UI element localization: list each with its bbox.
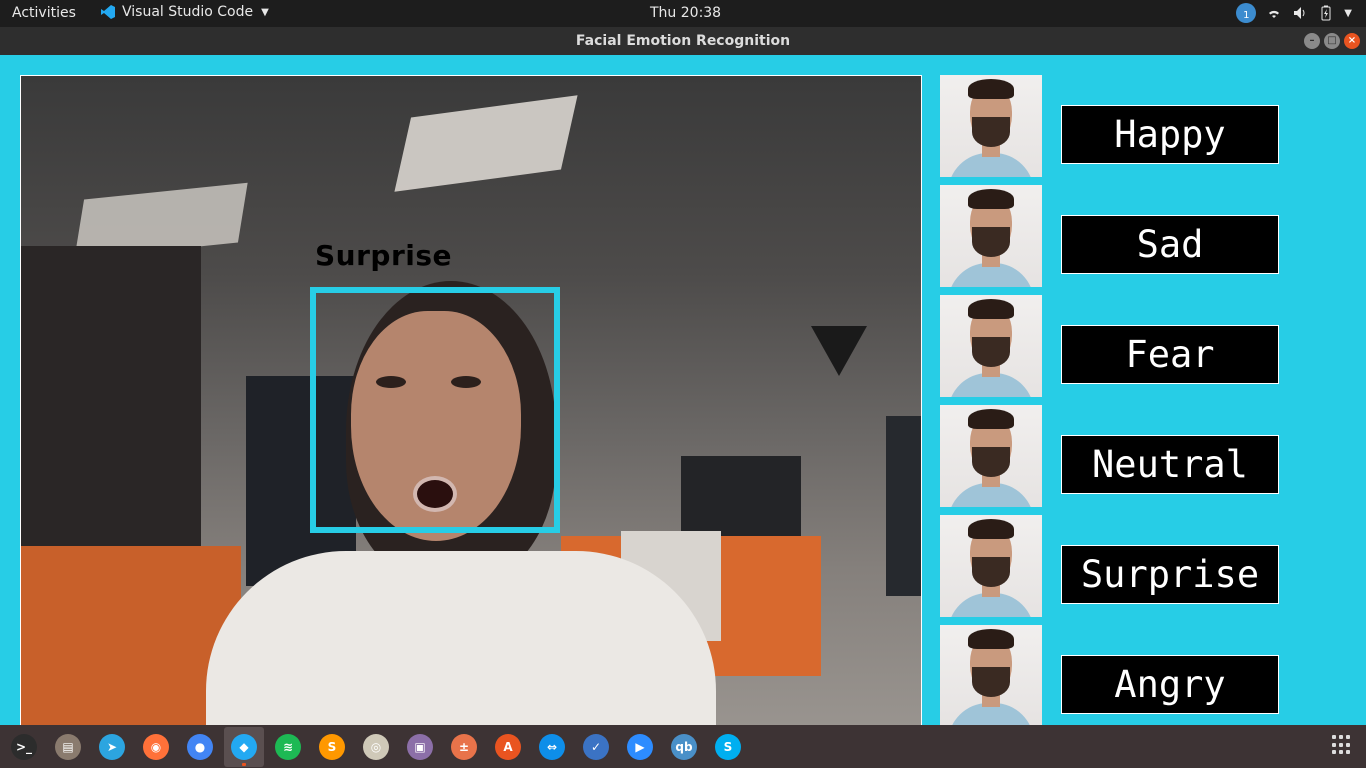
close-button[interactable]: ×	[1344, 33, 1360, 49]
emotion-thumbnail-neutral	[940, 405, 1042, 507]
app-menu-label: Visual Studio Code	[122, 4, 254, 20]
qbittorrent-icon: qb	[671, 733, 697, 760]
dock-item-firefox[interactable]: ◉	[136, 727, 176, 767]
telegram-icon: ➤	[99, 733, 125, 760]
emotion-thumbnail-angry	[940, 625, 1042, 725]
chevron-down-icon: ▼	[261, 6, 269, 18]
running-indicator	[242, 762, 246, 766]
vscode-icon	[101, 5, 115, 19]
emotion-label-surprise[interactable]: Surprise	[1061, 545, 1279, 604]
calculator-icon: ±	[451, 733, 477, 760]
person-body	[206, 551, 716, 725]
dock-item-media-player[interactable]: ◎	[356, 727, 396, 767]
emotion-thumbnail-surprise	[940, 515, 1042, 617]
emotion-thumbnail-fear	[940, 295, 1042, 397]
clock[interactable]: Thu 20:38	[650, 5, 721, 21]
tasks-icon: ✓	[583, 733, 609, 760]
top-panel: Activities Visual Studio Code ▼ Thu 20:3…	[0, 0, 1366, 27]
dock-item-sublime[interactable]: S	[312, 727, 352, 767]
dock-item-qbittorrent[interactable]: qb	[664, 727, 704, 767]
dock-item-chrome[interactable]: ●	[180, 727, 220, 767]
window-titlebar: Facial Emotion Recognition – □ ×	[0, 27, 1366, 55]
close-icon: ×	[1347, 35, 1357, 46]
spotify-icon: ≋	[275, 733, 301, 760]
emotion-label-angry[interactable]: Angry	[1061, 655, 1279, 714]
firefox-icon: ◉	[143, 733, 169, 760]
activities-button[interactable]: Activities	[12, 5, 76, 21]
emotion-label-sad[interactable]: Sad	[1061, 215, 1279, 274]
dock-item-skype[interactable]: S	[708, 727, 748, 767]
app-menu[interactable]: Visual Studio Code ▼	[100, 4, 269, 20]
emotion-thumbnail-sad	[940, 185, 1042, 287]
teamviewer-icon: ⇔	[539, 733, 565, 760]
emotion-label-fear[interactable]: Fear	[1061, 325, 1279, 384]
dock-item-tasks[interactable]: ✓	[576, 727, 616, 767]
minimize-icon: –	[1309, 35, 1315, 46]
face-detection-box	[310, 287, 560, 533]
system-tray[interactable]: 1 ▼	[1236, 3, 1352, 23]
dock-item-spotify[interactable]: ≋	[268, 727, 308, 767]
files-icon: ▤	[55, 733, 81, 760]
media-player-icon: ◎	[363, 733, 389, 760]
dock-item-teamviewer[interactable]: ⇔	[532, 727, 572, 767]
emotion-label-happy[interactable]: Happy	[1061, 105, 1279, 164]
sublime-icon: S	[319, 733, 345, 760]
ceiling-light	[394, 95, 578, 192]
dock-item-telegram[interactable]: ➤	[92, 727, 132, 767]
volume-icon	[1294, 7, 1305, 19]
skype-icon: S	[715, 733, 741, 760]
app-window: Surprise Happy Sad Fear Neutral Surprise…	[0, 55, 1366, 725]
software-center-icon: A	[495, 733, 521, 760]
window-title: Facial Emotion Recognition	[575, 33, 791, 49]
show-applications-icon[interactable]	[1332, 735, 1352, 755]
camera-feed: Surprise	[20, 75, 922, 725]
dock-item-terminal[interactable]: >_	[4, 727, 44, 767]
dock: >_ ▤ ➤ ◉ ● ◆ ≋ S ◎ ▣ ± A ⇔ ✓ ▶ qb S	[0, 725, 1366, 768]
wifi-icon	[1269, 10, 1280, 18]
emotion-label-neutral[interactable]: Neutral	[1061, 435, 1279, 494]
dock-item-vscode[interactable]: ◆	[224, 726, 264, 767]
maximize-icon: □	[1327, 35, 1337, 46]
screenshot-icon: ▣	[407, 733, 433, 760]
detected-emotion-label: Surprise	[315, 239, 453, 272]
background-window	[886, 416, 921, 596]
dock-item-zoom[interactable]: ▶	[620, 727, 660, 767]
chrome-icon: ●	[187, 733, 213, 760]
terminal-icon: >_	[11, 733, 37, 760]
wall-triangle-decor	[811, 326, 867, 376]
zoom-icon: ▶	[627, 733, 653, 760]
dock-item-screenshot[interactable]: ▣	[400, 727, 440, 767]
maximize-button[interactable]: □	[1324, 33, 1340, 49]
dock-item-calculator[interactable]: ±	[444, 727, 484, 767]
minimize-button[interactable]: –	[1304, 33, 1320, 49]
vscode-icon: ◆	[231, 733, 257, 760]
battery-icon	[1321, 5, 1331, 21]
emotion-thumbnail-happy	[940, 75, 1042, 177]
dock-item-software-center[interactable]: A	[488, 727, 528, 767]
notification-badge[interactable]: 1	[1236, 3, 1257, 23]
power-menu-icon: ▼	[1344, 7, 1352, 19]
background-wall	[21, 246, 201, 576]
dock-item-files[interactable]: ▤	[48, 727, 88, 767]
